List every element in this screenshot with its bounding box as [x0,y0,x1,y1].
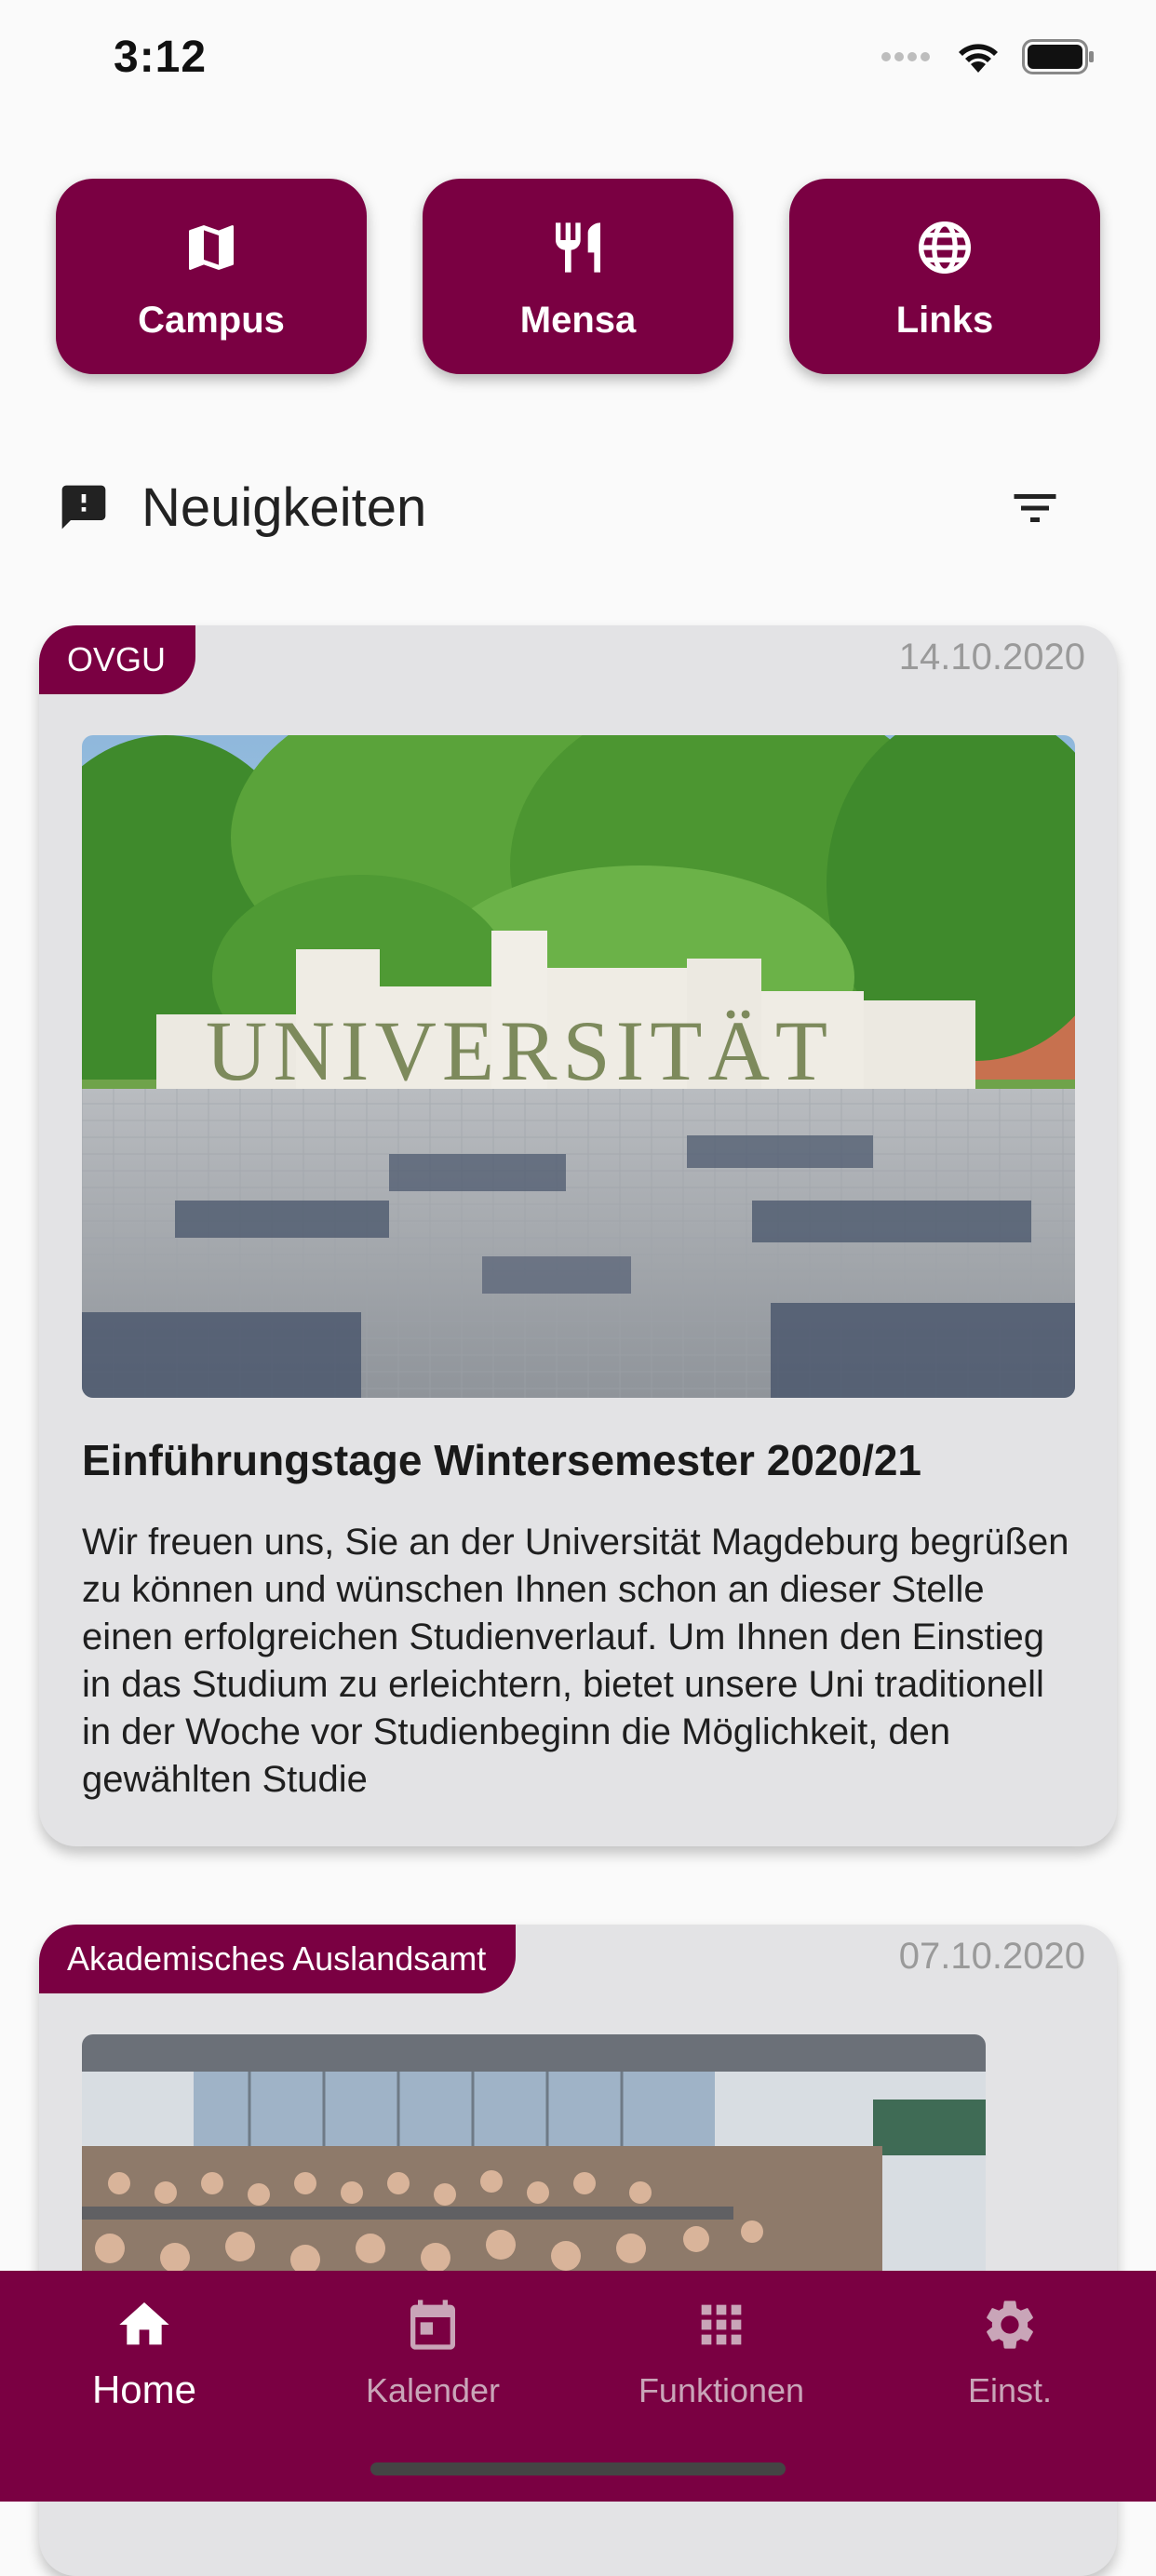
status-time: 3:12 [114,33,208,82]
nav-kalender-label: Kalender [365,2371,501,2409]
status-icons [880,39,1095,74]
section-title: Neuigkeiten [141,477,427,538]
campus-button[interactable]: Campus [56,179,367,374]
nav-einst-label: Einst. [967,2371,1053,2409]
news-card[interactable]: OVGU 14.10.2020 UNIVERSITÄT Einführungst… [39,625,1117,1846]
news-date: 07.10.2020 [898,1936,1085,1977]
quick-actions: Campus Mensa Links [56,179,1100,374]
nav-funktionen[interactable]: Funktionen [577,2271,866,2457]
mensa-button[interactable]: Mensa [423,179,733,374]
news-image: UNIVERSITÄT [82,735,1075,1398]
svg-text:UNIVERSITÄT: UNIVERSITÄT [206,1003,833,1098]
battery-icon [1022,39,1094,74]
news-excerpt: Wir freuen uns, Sie an der Universität M… [82,1522,1069,1800]
mensa-label: Mensa [519,299,637,341]
globe-icon [919,221,971,274]
links-button[interactable]: Links [789,179,1100,374]
status-bar: 3:12 [0,0,1156,130]
grid-icon [701,2304,742,2345]
news-date: 14.10.2020 [898,637,1085,678]
signal-icon [881,52,930,61]
bottom-navigation: Home Kalender Funktionen Einst. [0,2271,1156,2502]
nav-kalender[interactable]: Kalender [289,2271,577,2457]
nav-home[interactable]: Home [0,2271,289,2457]
map-icon [189,224,234,270]
news-section-header: Neuigkeiten [56,465,1100,549]
home-indicator[interactable] [370,2462,786,2475]
wifi-icon [959,44,998,73]
campus-label: Campus [138,299,285,341]
university-sign-image: UNIVERSITÄT [82,735,1075,1398]
nav-home-label: Home [91,2368,197,2411]
feedback-icon [61,485,106,530]
home-icon [119,2302,169,2345]
news-tag: OVGU [39,625,196,694]
links-label: Links [895,299,994,341]
nav-funktionen-label: Funktionen [638,2371,805,2409]
news-tag: Akademisches Auslandsamt [39,1925,517,1993]
cutlery-icon [556,221,600,273]
calendar-icon [410,2300,455,2350]
nav-einst[interactable]: Einst. [866,2271,1154,2457]
news-headline: Einführungstage Wintersemester 2020/21 [82,1436,922,1484]
gear-icon [987,2301,1033,2349]
filter-icon[interactable] [1007,480,1063,536]
